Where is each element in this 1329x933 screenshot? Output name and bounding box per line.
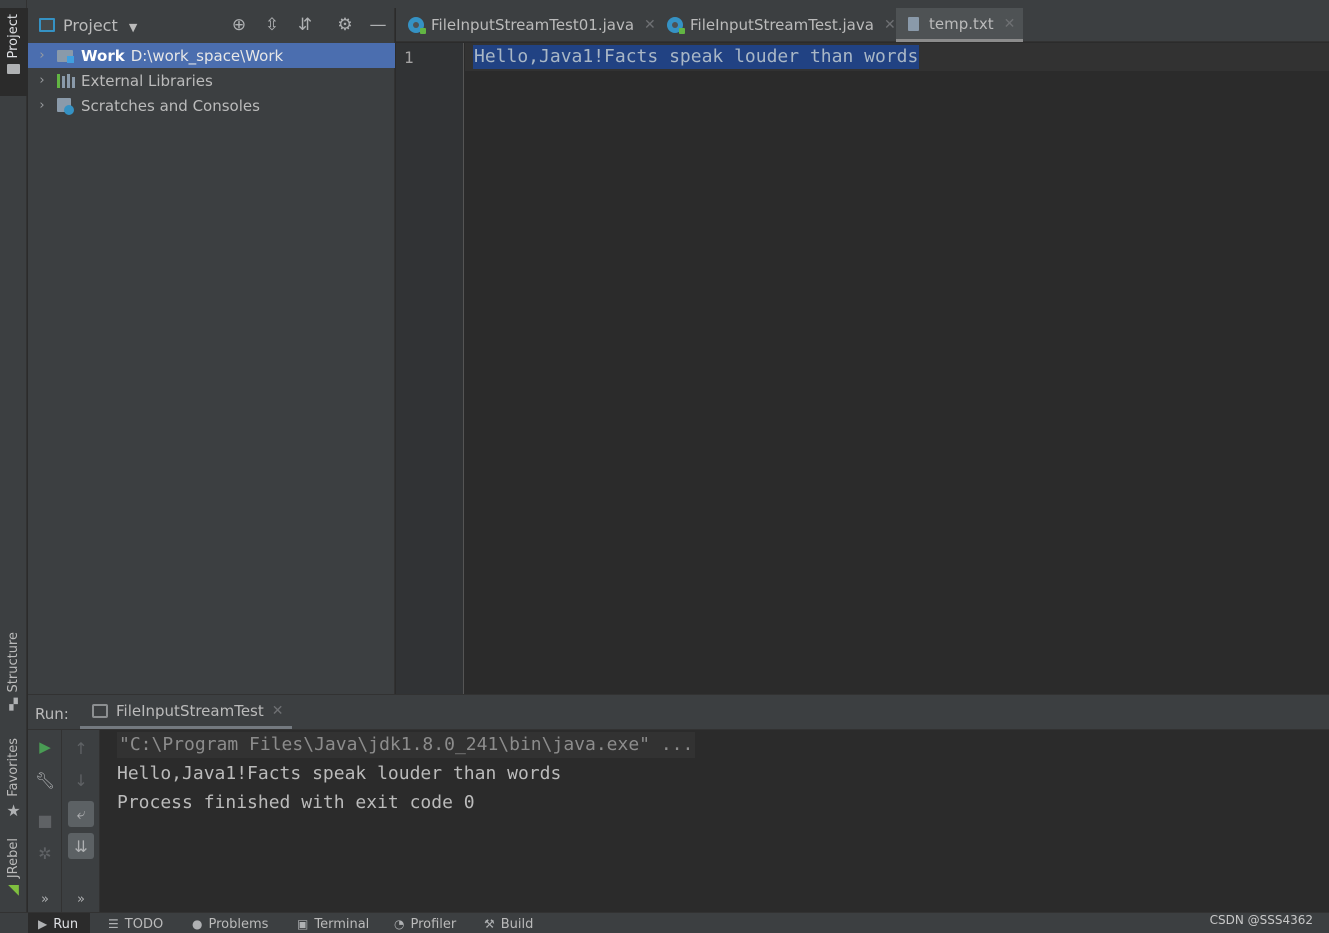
tree-item-external-libraries-label: External Libraries: [81, 71, 213, 90]
arrow-up-icon[interactable]: ↑: [68, 735, 94, 761]
run-tab-fileinputstreamtest[interactable]: FileInputStreamTest ✕: [80, 695, 292, 729]
structure-icon: ▞: [9, 698, 18, 712]
tool-tab-project-label: Project: [6, 14, 21, 59]
line-number: 1: [404, 48, 414, 67]
tool-tab-project[interactable]: Project: [0, 8, 27, 96]
close-icon[interactable]: ✕: [1004, 16, 1016, 32]
console-line-output: Hello,Java1!Facts speak louder than word…: [117, 763, 562, 784]
info-icon: ●: [192, 917, 203, 931]
chevron-right-icon[interactable]: ›: [29, 98, 55, 113]
tool-tab-favorites-label: Favorites: [6, 738, 21, 797]
libraries-icon: [55, 72, 77, 90]
editor-line-text[interactable]: Hello,Java1!Facts speak louder than word…: [473, 45, 920, 69]
rerun-icon[interactable]: ▶: [32, 734, 58, 760]
bottom-tab-label: Problems: [208, 917, 269, 932]
arrow-down-icon[interactable]: ↓: [68, 767, 94, 793]
run-panel-header: Run: FileInputStreamTest ✕: [28, 694, 1329, 730]
tool-tab-jrebel[interactable]: JRebel ◥: [0, 838, 27, 898]
console-output[interactable]: "C:\Program Files\Java\jdk1.8.0_241\bin\…: [101, 730, 1329, 912]
scratches-icon: [55, 97, 77, 115]
collapse-all-icon[interactable]: ⇵: [294, 14, 316, 36]
bottom-tab-label: Profiler: [410, 917, 457, 932]
tab-fileinputstreamtest[interactable]: FileInputStreamTest.java ✕: [667, 8, 896, 42]
profiler-icon: ◔: [394, 917, 405, 931]
tab-label: temp.txt: [929, 14, 994, 33]
text-file-icon: [908, 16, 919, 31]
list-icon: ☰: [108, 917, 119, 931]
module-folder-icon: [55, 47, 77, 65]
run-toolbar-secondary: ↑ ↓ ⤶ ⇊ »: [62, 730, 100, 912]
console-line-command: "C:\Program Files\Java\jdk1.8.0_241\bin\…: [117, 732, 696, 758]
locate-icon[interactable]: ⊕: [228, 14, 250, 36]
bottom-tab-label: Terminal: [314, 917, 370, 932]
bottom-tool-bar: ▶ Run ☰ TODO ● Problems ▣ Terminal ◔ Pro…: [0, 912, 1329, 933]
bottom-tab-profiler[interactable]: ◔ Profiler: [394, 917, 456, 933]
wrench-icon[interactable]: 🔧︎: [32, 767, 58, 793]
tree-item-work[interactable]: › Work D:\work_space\Work: [28, 43, 395, 68]
tree-item-scratches[interactable]: › Scratches and Consoles: [28, 93, 395, 118]
tree-item-work-label: Work: [81, 46, 125, 65]
console-line-exit: Process finished with exit code 0: [117, 792, 475, 813]
tool-tab-structure-label: Structure: [6, 632, 21, 693]
folder-icon: [7, 64, 20, 75]
stop-icon[interactable]: ■: [32, 807, 58, 833]
star-icon: ★: [6, 800, 21, 820]
hide-icon[interactable]: —: [367, 14, 389, 36]
console-icon: [92, 703, 108, 718]
project-panel: Project ▼ ⊕ ⇳ ⇵ ⚙ — › Work D:\work_space…: [28, 8, 395, 694]
bottom-tab-problems[interactable]: ● Problems: [192, 917, 268, 933]
more-icon[interactable]: »: [68, 886, 94, 912]
tool-tab-jrebel-label: JRebel: [6, 838, 21, 879]
tool-tab-structure[interactable]: Structure ▞: [0, 632, 27, 711]
bottom-tab-label: TODO: [124, 917, 164, 932]
editor-area[interactable]: Hello,Java1!Facts speak louder than word…: [465, 43, 1329, 694]
bottom-tab-label: Build: [500, 917, 534, 932]
close-icon[interactable]: ✕: [884, 17, 896, 33]
close-icon[interactable]: ✕: [272, 703, 284, 719]
bottom-tab-build[interactable]: ⚒ Build: [484, 917, 533, 933]
play-icon: ▶: [38, 917, 48, 931]
project-view-dropdown[interactable]: Project ▼: [63, 16, 137, 35]
project-view-icon: [39, 18, 55, 32]
run-panel-label: Run:: [35, 705, 69, 723]
tab-label: FileInputStreamTest.java: [690, 16, 874, 34]
tree-item-work-path: D:\work_space\Work: [130, 46, 284, 65]
tab-temp-txt[interactable]: temp.txt ✕: [896, 8, 1024, 42]
expand-all-icon[interactable]: ⇳: [261, 14, 283, 36]
tree-item-external-libraries[interactable]: › External Libraries: [28, 68, 395, 93]
run-toolbar-primary: ▶ 🔧︎ ■ ✲ »: [28, 730, 62, 912]
jrebel-icon: ◥: [8, 882, 19, 899]
editor-gutter: 1: [396, 43, 464, 694]
tab-label: FileInputStreamTest01.java: [431, 16, 635, 34]
java-class-icon: [408, 17, 426, 34]
tool-tab-favorites[interactable]: Favorites ★: [0, 738, 27, 820]
hammer-icon: ⚒: [484, 917, 495, 931]
project-view-label: Project: [63, 16, 118, 35]
more-icon[interactable]: »: [32, 886, 58, 912]
tree-item-scratches-label: Scratches and Consoles: [81, 96, 260, 115]
editor-tab-bar: FileInputStreamTest01.java ✕ FileInputSt…: [396, 8, 1329, 42]
scroll-to-end-icon[interactable]: ⇊: [68, 833, 94, 859]
run-tab-label: FileInputStreamTest: [116, 701, 264, 720]
project-panel-header: Project ▼ ⊕ ⇳ ⇵ ⚙ —: [28, 8, 395, 42]
left-tool-strip: Project Structure ▞ Favorites ★ JRebel ◥: [0, 0, 27, 912]
chevron-right-icon[interactable]: ›: [29, 48, 55, 63]
soft-wrap-icon[interactable]: ⤶: [68, 801, 94, 827]
close-icon[interactable]: ✕: [644, 17, 656, 33]
tab-fileinputstreamtest01[interactable]: FileInputStreamTest01.java ✕: [408, 8, 656, 42]
chevron-down-icon: ▼: [128, 21, 138, 34]
debug-gear-icon[interactable]: ✲: [32, 840, 58, 866]
chevron-right-icon[interactable]: ›: [29, 73, 55, 88]
bottom-tab-run[interactable]: ▶ Run: [28, 913, 91, 933]
bottom-tab-label: Run: [53, 917, 79, 932]
bottom-tab-todo[interactable]: ☰ TODO: [108, 917, 163, 933]
watermark: CSDN @SSS4362: [1209, 913, 1313, 927]
java-class-icon: [667, 17, 685, 34]
top-stripe: [27, 0, 1329, 8]
gear-icon[interactable]: ⚙: [334, 14, 356, 36]
bottom-tab-terminal[interactable]: ▣ Terminal: [297, 917, 369, 933]
terminal-icon: ▣: [297, 917, 309, 931]
